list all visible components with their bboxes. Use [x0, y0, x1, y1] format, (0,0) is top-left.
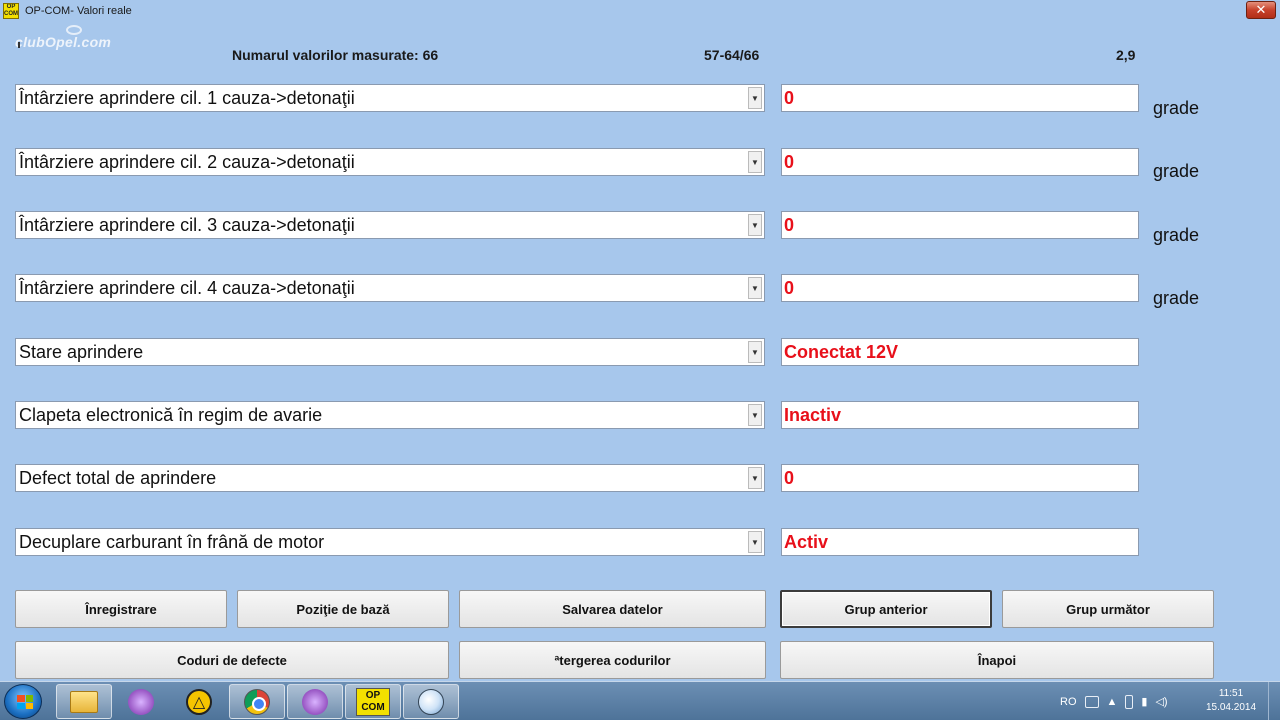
refresh-time: 2,9 [1116, 47, 1136, 63]
title-bar: OP COM OP-COM- Valori reale ✕ [0, 0, 1280, 21]
dropdown-arrow-icon[interactable]: ▼ [748, 404, 762, 426]
parameter-select-2[interactable]: Întârziere aprindere cil. 2 cauza->deton… [15, 148, 765, 176]
windows-logo-icon [17, 695, 33, 709]
taskbar-messenger[interactable] [113, 684, 169, 719]
dropdown-arrow-icon[interactable]: ▼ [748, 87, 762, 109]
close-button[interactable]: ✕ [1246, 1, 1276, 19]
parameter-label: Decuplare carburant în frână de motor [19, 532, 325, 552]
show-hidden-icons-icon[interactable]: ▲ [1107, 696, 1118, 708]
unit-label-3: grade [1153, 225, 1200, 245]
opcom-icon-text-top: OP [365, 689, 381, 701]
parameter-select-3[interactable]: Întârziere aprindere cil. 3 cauza->deton… [15, 211, 765, 239]
taskbar-chrome[interactable] [229, 684, 285, 719]
clock-date: 15.04.2014 [1205, 702, 1257, 713]
parameter-label: Întârziere aprindere cil. 1 cauza->deton… [19, 88, 355, 108]
clock[interactable]: 11:51 15.04.2014 [1198, 687, 1264, 715]
record-button[interactable]: Înregistrare [15, 590, 227, 628]
parameter-value-3: 0 [781, 211, 1139, 239]
opcom-app-icon: OP COM [3, 2, 19, 19]
dropdown-arrow-icon[interactable]: ▼ [748, 531, 762, 553]
watermark-logo: clubOpel.com [15, 34, 112, 50]
unit-label-1: grade [1153, 98, 1200, 118]
language-indicator[interactable]: RO [1060, 696, 1077, 708]
paint-icon [418, 688, 444, 715]
parameter-value-4: 0 [781, 274, 1139, 302]
header-marker [18, 42, 20, 48]
battery-icon[interactable] [1125, 694, 1134, 709]
dropdown-arrow-icon[interactable]: ▼ [748, 467, 762, 489]
parameter-value-1: 0 [781, 84, 1139, 112]
messenger-icon [302, 688, 328, 715]
clear-codes-button[interactable]: ªtergerea codurilor [459, 641, 766, 679]
back-button[interactable]: Înapoi [780, 641, 1214, 679]
unit-label-4: grade [1153, 288, 1200, 308]
fault-codes-button[interactable]: Coduri de defecte [15, 641, 449, 679]
messenger-icon [128, 688, 154, 715]
chrome-icon [244, 688, 270, 715]
save-data-button[interactable]: Salvarea datelor [459, 590, 766, 628]
dropdown-arrow-icon[interactable]: ▼ [748, 151, 762, 173]
app-icon-text-top: OP [6, 3, 16, 10]
parameter-select-4[interactable]: Întârziere aprindere cil. 4 cauza->deton… [15, 274, 765, 302]
dropdown-arrow-icon[interactable]: ▼ [748, 341, 762, 363]
volume-icon[interactable]: ◁) [1155, 695, 1167, 708]
parameter-label: Stare aprindere [19, 342, 144, 362]
start-button[interactable] [4, 684, 42, 719]
parameter-value-7: 0 [781, 464, 1139, 492]
dropdown-arrow-icon[interactable]: ▼ [748, 214, 762, 236]
base-position-button[interactable]: Poziţie de bază [237, 590, 449, 628]
avast-icon: △ [186, 688, 212, 715]
parameter-select-1[interactable]: Întârziere aprindere cil. 1 cauza->deton… [15, 84, 765, 112]
parameter-select-5[interactable]: Stare aprindere ▼ [15, 338, 765, 366]
previous-group-button[interactable]: Grup anterior [780, 590, 992, 628]
app-icon-text-bottom: COM [4, 10, 18, 17]
parameter-select-8[interactable]: Decuplare carburant în frână de motor ▼ [15, 528, 765, 556]
parameter-select-7[interactable]: Defect total de aprindere ▼ [15, 464, 765, 492]
signal-icon[interactable]: ▮ [1141, 695, 1147, 708]
clock-time: 11:51 [1218, 688, 1244, 699]
measured-values-count: Numarul valorilor masurate: 66 [232, 47, 439, 63]
taskbar-explorer[interactable] [56, 684, 112, 719]
parameter-label: Întârziere aprindere cil. 2 cauza->deton… [19, 152, 355, 172]
taskbar-paint[interactable] [403, 684, 459, 719]
taskbar: △ OP COM RO ▲ ▮ ◁) 11:51 15.04.2014 [0, 681, 1280, 720]
parameter-value-2: 0 [781, 148, 1139, 176]
parameter-value-6: Inactiv [781, 401, 1139, 429]
parameter-label: Clapeta electronică în regim de avarie [19, 405, 323, 425]
close-icon: ✕ [1255, 2, 1267, 17]
taskbar-opcom[interactable]: OP COM [345, 684, 401, 719]
parameter-label: Defect total de aprindere [19, 468, 217, 488]
parameter-label: Întârziere aprindere cil. 3 cauza->deton… [19, 215, 355, 235]
folder-icon [70, 690, 98, 713]
opcom-icon: OP COM [356, 687, 390, 716]
parameter-label: Întârziere aprindere cil. 4 cauza->deton… [19, 278, 355, 298]
values-range: 57-64/66 [704, 47, 760, 63]
parameter-value-5: Conectat 12V [781, 338, 1139, 366]
window-title: OP-COM- Valori reale [25, 4, 132, 17]
system-tray: RO ▲ ▮ ◁) [1060, 682, 1168, 720]
parameter-value-8: Activ [781, 528, 1139, 556]
dropdown-arrow-icon[interactable]: ▼ [748, 277, 762, 299]
opcom-icon-text-bottom: COM [361, 701, 385, 713]
taskbar-avast[interactable]: △ [171, 684, 227, 719]
parameter-select-6[interactable]: Clapeta electronică în regim de avarie ▼ [15, 401, 765, 429]
show-desktop-button[interactable] [1268, 682, 1280, 720]
unit-label-2: grade [1153, 161, 1200, 181]
taskbar-messenger-2[interactable] [287, 684, 343, 719]
next-group-button[interactable]: Grup următor [1002, 590, 1214, 628]
keyboard-icon[interactable] [1084, 695, 1099, 708]
